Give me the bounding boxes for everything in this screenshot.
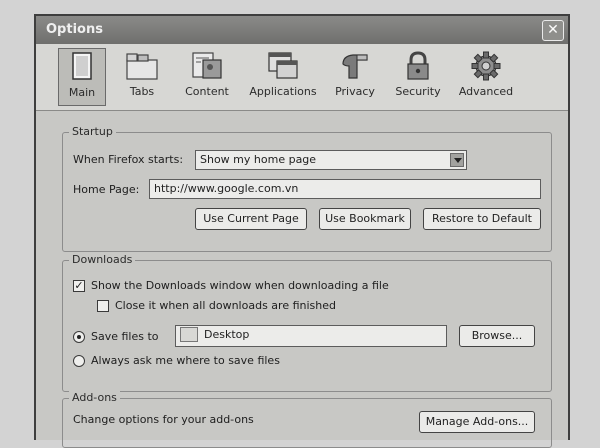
tab-advanced-label: Advanced bbox=[458, 85, 514, 98]
security-icon bbox=[407, 51, 429, 80]
options-toolbar: Main Tabs Content Applications Privacy S… bbox=[36, 44, 568, 111]
home-page-label: Home Page: bbox=[73, 183, 140, 196]
tab-content[interactable]: Content bbox=[178, 48, 236, 106]
close-when-finished-checkbox[interactable] bbox=[97, 300, 109, 312]
privacy-icon bbox=[342, 54, 368, 79]
tab-privacy[interactable]: Privacy bbox=[328, 48, 382, 106]
startup-select-value: Show my home page bbox=[200, 153, 317, 166]
use-bookmark-button[interactable]: Use Bookmark bbox=[319, 208, 411, 230]
tab-tabs[interactable]: Tabs bbox=[116, 48, 168, 106]
startup-group: Startup When Firefox starts: Show my hom… bbox=[62, 125, 552, 252]
tab-main-label: Main bbox=[68, 86, 96, 99]
always-ask-label: Always ask me where to save files bbox=[91, 354, 280, 367]
addons-group: Add-ons Change options for your add-ons … bbox=[62, 391, 552, 448]
download-folder-field[interactable]: Desktop bbox=[175, 325, 447, 347]
tab-tabs-label: Tabs bbox=[129, 85, 155, 98]
addons-legend: Add-ons bbox=[69, 391, 120, 404]
tab-applications-label: Applications bbox=[249, 85, 317, 98]
save-files-label: Save files to bbox=[91, 330, 159, 343]
content-icon bbox=[192, 52, 222, 79]
tab-main[interactable]: Main bbox=[58, 48, 106, 106]
tab-security[interactable]: Security bbox=[390, 48, 446, 106]
manage-addons-button[interactable]: Manage Add-ons... bbox=[419, 411, 535, 433]
advanced-icon bbox=[471, 51, 501, 81]
home-page-input[interactable]: http://www.google.com.vn bbox=[149, 179, 541, 199]
chevron-down-icon[interactable] bbox=[450, 153, 464, 167]
window-title: Options bbox=[46, 22, 103, 37]
use-current-page-button[interactable]: Use Current Page bbox=[195, 208, 307, 230]
downloads-group: Downloads ✓ Show the Downloads window wh… bbox=[62, 253, 552, 392]
startup-select[interactable]: Show my home page bbox=[195, 150, 467, 170]
close-when-finished-label: Close it when all downloads are finished bbox=[115, 299, 336, 312]
applications-icon bbox=[268, 52, 298, 79]
download-folder-value: Desktop bbox=[204, 328, 250, 341]
when-firefox-starts-label: When Firefox starts: bbox=[73, 153, 184, 166]
show-downloads-label: Show the Downloads window when downloadi… bbox=[91, 279, 389, 292]
restore-to-default-button[interactable]: Restore to Default bbox=[423, 208, 541, 230]
tab-advanced[interactable]: Advanced bbox=[454, 48, 518, 106]
tab-content-label: Content bbox=[185, 85, 229, 98]
startup-legend: Startup bbox=[69, 125, 116, 138]
show-downloads-checkbox[interactable]: ✓ bbox=[73, 280, 85, 292]
close-button[interactable]: ✕ bbox=[542, 20, 564, 41]
tab-privacy-label: Privacy bbox=[335, 85, 375, 98]
save-files-radio[interactable] bbox=[73, 331, 85, 343]
always-ask-radio[interactable] bbox=[73, 355, 85, 367]
options-dialog: Options ✕ Main Tabs Content Applications… bbox=[34, 14, 570, 448]
tabs-icon bbox=[126, 53, 158, 80]
main-icon bbox=[72, 52, 92, 80]
addons-description: Change options for your add-ons bbox=[73, 413, 254, 426]
title-bar[interactable]: Options ✕ bbox=[36, 16, 568, 44]
tab-applications[interactable]: Applications bbox=[244, 48, 322, 106]
folder-icon bbox=[180, 327, 198, 342]
tab-security-label: Security bbox=[395, 85, 441, 98]
home-page-value: http://www.google.com.vn bbox=[154, 182, 299, 195]
browse-button[interactable]: Browse... bbox=[459, 325, 535, 347]
downloads-legend: Downloads bbox=[69, 253, 136, 266]
